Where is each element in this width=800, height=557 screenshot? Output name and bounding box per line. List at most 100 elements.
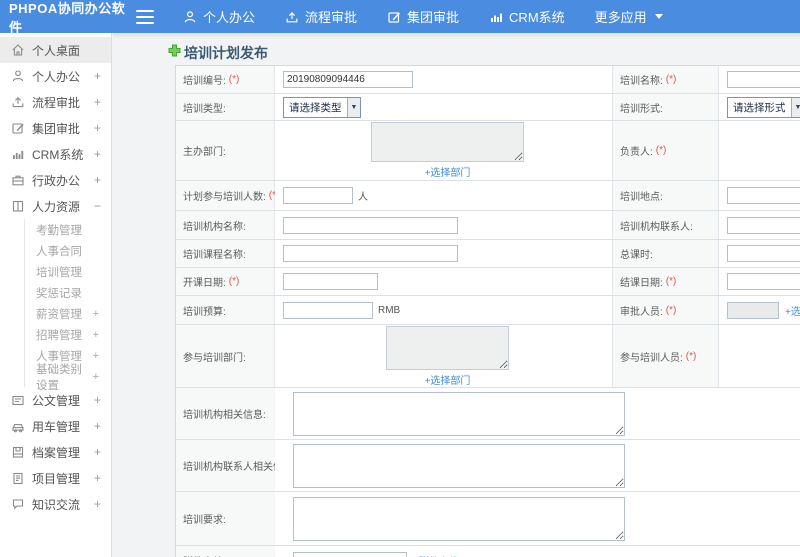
sidebar-item-salary[interactable]: 薪资管理 + [25,303,111,324]
chart-icon [489,10,503,24]
training-place-input[interactable] [727,187,800,204]
field-label: 开课日期: [183,278,226,289]
select-join-dept-link[interactable]: +选择部门 [425,372,471,387]
required-mark: (*) [665,74,677,85]
form-row-count-place: 计划参与培训人数:(*) 人 培训地点: [176,181,800,211]
training-type-select[interactable]: 请选择类型 ▼ [283,96,362,118]
field-label: 培训要求: [183,515,226,526]
home-icon [11,43,25,57]
sidebar-item-vehicle-mgmt[interactable]: 用车管理 + [0,413,111,439]
field-label: 培训机构相关信息: [183,410,266,421]
briefcase-icon [11,173,25,187]
field-label: 主办部门: [183,147,226,158]
required-mark: (*) [228,276,240,287]
org-contact-input[interactable] [727,216,800,234]
field-label: 附件文档: [183,553,226,557]
expand-plus[interactable]: + [94,69,101,83]
notebook-icon [11,471,25,485]
book-icon [11,199,25,213]
expand-minus[interactable]: − [94,199,101,213]
expand-plus[interactable]: + [94,121,101,135]
form-row-org-contact-info: 培训机构联系人相关信息: [176,440,800,492]
expand-plus[interactable]: + [94,497,101,511]
start-date-input[interactable] [283,273,378,290]
nav-more-apps[interactable]: 更多应用 [580,0,678,33]
training-plan-form: 培训编号:(*) 培训名称:(*) 培训类型: 请选择类型▼ 培训形式: 请选择… [175,65,800,557]
chevron-down-icon [654,14,663,19]
person-icon [11,69,25,83]
attachment-input[interactable] [293,552,407,557]
sidebar-item-crm[interactable]: CRM系统 + [0,141,111,167]
sidebar-item-document-mgmt[interactable]: 公文管理 + [0,387,111,413]
edit-icon [387,10,401,24]
training-no-input[interactable] [283,71,413,88]
form-row-course-hours: 培训课程名称: 总课时: [176,240,800,268]
field-label: 培训名称: [620,76,663,87]
sidebar-item-group-approval[interactable]: 集团审批 + [0,115,111,141]
end-date-input[interactable] [727,273,800,290]
field-label: 培训类型: [183,103,226,115]
sidebar-item-archive-mgmt[interactable]: 档案管理 + [0,439,111,465]
form-row-dates: 开课日期: (*) 结课日期: (*) [176,268,800,296]
required-mark: (*) [655,145,667,156]
expand-plus[interactable]: + [94,393,101,407]
org-info-textarea[interactable] [293,391,625,436]
org-contact-info-textarea[interactable] [293,443,625,488]
sidebar-item-admin-office[interactable]: 行政办公 + [0,167,111,193]
expand-plus[interactable]: + [94,95,101,109]
budget-input[interactable] [283,301,373,319]
nav-crm-system[interactable]: CRM系统 [474,0,580,33]
field-label: 审批人员: [620,306,663,318]
car-icon [11,419,25,433]
approver-input[interactable] [727,301,779,319]
select-dept-link[interactable]: +选择部门 [425,164,471,179]
training-name-input[interactable] [727,71,800,88]
required-mark: (*) [685,350,697,362]
nav-group-approval[interactable]: 集团审批 [372,0,474,33]
expand-plus[interactable]: + [94,471,101,485]
sidebar-item-personal-office[interactable]: 个人办公 + [0,63,111,89]
sidebar-item-hr[interactable]: 人力资源 − [0,193,111,219]
attachment-upload-link[interactable]: +附件上传 [413,553,459,557]
field-label: 培训地点: [620,192,663,203]
select-approver-link[interactable]: +选择审批人员 [785,303,800,318]
expand-plus[interactable]: + [94,173,101,187]
course-name-input[interactable] [283,245,458,262]
app-logo: PHPOA协同办公软件 [9,0,126,35]
expand-plus[interactable]: + [94,419,101,433]
nav-workflow-approval[interactable]: 流程审批 [270,0,372,33]
sidebar-item-reward-record[interactable]: 奖惩记录 [25,282,111,303]
top-nav: 个人办公 流程审批 集团审批 CRM系统 更多应用 [168,0,678,33]
training-mode-select[interactable]: 请选择形式 ▼ [727,96,800,118]
chevron-down-icon: ▼ [346,97,361,117]
sidebar-item-base-category[interactable]: 基础类别设置 + [25,364,111,392]
person-icon [183,10,197,24]
host-dept-textarea[interactable] [371,122,524,162]
hr-submenu: 考勤管理 人事合同 培训管理 奖惩记录 薪资管理 + 招聘管理 + 人事管理 + 基础… [24,219,111,392]
flow-icon [285,10,299,24]
total-hours-input[interactable] [727,245,800,262]
sidebar-item-training-mgmt[interactable]: 培训管理 [25,261,111,282]
form-row-budget-approver: 培训预算: RMB 审批人员:(*) +选择审批人员 [176,296,800,325]
main-content: 培训计划发布 培训编号:(*) 培训名称:(*) 培训类型: 请选择类型▼ 培训… [113,33,800,557]
sidebar-item-hr-contract[interactable]: 人事合同 [25,240,111,261]
requirement-textarea[interactable] [293,496,625,541]
sidebar: 个人桌面 个人办公 + 流程审批 + 集团审批 + CRM系统 + 行政办公 +… [0,33,112,557]
expand-plus[interactable]: + [94,445,101,459]
nav-personal-office[interactable]: 个人办公 [168,0,270,33]
required-mark: (*) [665,304,677,316]
required-mark: (*) [665,276,677,287]
join-dept-textarea[interactable] [386,325,509,370]
participant-count-input[interactable] [283,187,353,204]
sidebar-item-recruit[interactable]: 招聘管理 + [25,324,111,345]
sidebar-item-workflow-approval[interactable]: 流程审批 + [0,89,111,115]
chart-icon [11,147,25,161]
org-name-input[interactable] [283,216,458,234]
top-header: PHPOA协同办公软件 个人办公 流程审批 集团审批 CRM系统 更多应用 [0,0,800,35]
sidebar-item-desktop[interactable]: 个人桌面 [0,37,111,63]
menu-icon[interactable] [136,9,154,24]
sidebar-item-knowledge[interactable]: 知识交流 + [0,491,111,517]
sidebar-item-attendance[interactable]: 考勤管理 [25,219,111,240]
sidebar-item-project-mgmt[interactable]: 项目管理 + [0,465,111,491]
expand-plus[interactable]: + [94,147,101,161]
